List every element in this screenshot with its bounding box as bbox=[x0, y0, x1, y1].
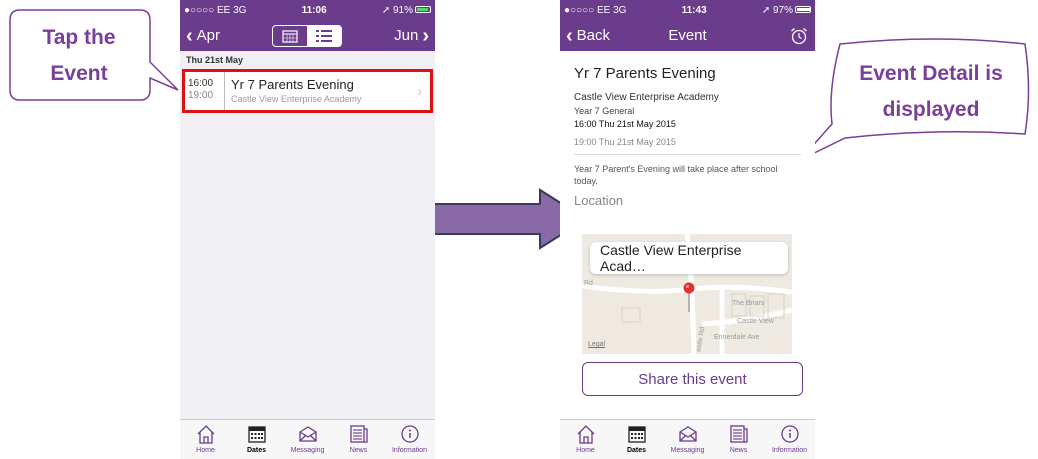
callout-tap-line-2: Event bbox=[50, 62, 108, 85]
status-bar: ●○○○○ EE 3G 11:43 ➚ 97% bbox=[560, 0, 815, 20]
tab-dates[interactable]: Dates bbox=[233, 423, 281, 454]
next-month-label: Jun bbox=[394, 27, 419, 44]
list-icon bbox=[316, 29, 333, 42]
event-end-time: 19:00 bbox=[188, 90, 214, 101]
newspaper-icon bbox=[729, 425, 748, 443]
location-map[interactable]: Castle View Enterprise Acad… The Briars … bbox=[582, 234, 792, 354]
event-start-time: 16:00 bbox=[188, 78, 214, 89]
tab-information[interactable]: Information bbox=[766, 423, 814, 454]
calendar-navbar: ‹ Apr Jun › bbox=[180, 20, 435, 51]
home-icon bbox=[197, 425, 214, 444]
tab-bar: Home Dates Messaging News Information bbox=[180, 419, 435, 459]
tab-information-label: Information bbox=[391, 447, 428, 454]
next-month-button[interactable]: Jun › bbox=[394, 26, 429, 46]
tab-home-label: Home bbox=[196, 447, 215, 454]
tab-messaging[interactable]: Messaging bbox=[284, 423, 332, 454]
tab-dates[interactable]: Dates bbox=[613, 423, 661, 454]
callout-tap-text: Tap the Event bbox=[14, 20, 144, 92]
calendar-grid-icon bbox=[282, 29, 298, 43]
map-label-rd: Rd bbox=[584, 280, 593, 287]
event-school: Castle View Enterprise Academy bbox=[574, 92, 719, 103]
tab-home[interactable]: Home bbox=[562, 423, 610, 454]
event-times: 16:00 19:00 bbox=[185, 72, 225, 110]
day-header: Thu 21st May bbox=[180, 51, 435, 69]
tab-news[interactable]: News bbox=[335, 423, 383, 454]
battery-indicator: ➚ 97% bbox=[762, 5, 811, 16]
battery-percent: 91% bbox=[392, 4, 413, 16]
tab-information[interactable]: Information bbox=[386, 423, 434, 454]
callout-detail-line-1: Event Detail is bbox=[859, 62, 1003, 85]
newspaper-icon bbox=[349, 425, 368, 443]
calendar-icon bbox=[247, 426, 266, 443]
info-icon bbox=[400, 425, 419, 443]
prev-month-button[interactable]: ‹ Apr bbox=[186, 26, 220, 46]
location-heading: Location bbox=[574, 193, 624, 208]
calendar-view-button[interactable] bbox=[273, 26, 307, 46]
event-start: 16:00 Thu 21st May 2015 bbox=[574, 119, 676, 129]
clock-label: 11:06 bbox=[301, 4, 327, 16]
envelope-icon bbox=[678, 426, 697, 442]
event-navbar: ‹ Back Event bbox=[560, 20, 815, 51]
chevron-left-icon: ‹ bbox=[186, 24, 193, 47]
back-button[interactable]: ‹ Back bbox=[566, 26, 610, 46]
tab-home-label: Home bbox=[576, 447, 595, 454]
map-legal-link[interactable]: Legal bbox=[588, 341, 605, 348]
tab-messaging-label: Messaging bbox=[670, 447, 705, 454]
map-label-castle-view: Castle View bbox=[737, 318, 774, 325]
tab-news-label: News bbox=[729, 447, 748, 454]
clock-label: 11:43 bbox=[681, 4, 707, 16]
status-bar: ●○○○○ EE 3G 11:06 ➚ 91% bbox=[180, 0, 435, 20]
callout-detail-text: Event Detail is displayed bbox=[836, 56, 1026, 128]
tab-news-label: News bbox=[349, 447, 368, 454]
reminder-button[interactable] bbox=[789, 26, 809, 46]
battery-percent: 97% bbox=[772, 4, 793, 16]
disclosure-chevron-icon: › bbox=[417, 83, 422, 99]
tab-bar: Home Dates Messaging News Information bbox=[560, 419, 815, 459]
view-toggle bbox=[272, 24, 343, 47]
event-title: Yr 7 Parents Evening bbox=[574, 65, 716, 82]
tab-news[interactable]: News bbox=[715, 423, 763, 454]
event-end: 19:00 Thu 21st May 2015 bbox=[574, 137, 801, 155]
tab-messaging[interactable]: Messaging bbox=[664, 423, 712, 454]
tab-information-label: Information bbox=[771, 447, 808, 454]
battery-icon bbox=[795, 6, 811, 14]
event-group: Year 7 General bbox=[574, 106, 635, 116]
chevron-left-icon: ‹ bbox=[566, 24, 573, 47]
event-info: Yr 7 Parents Evening Castle View Enterpr… bbox=[225, 72, 430, 110]
list-view-button[interactable] bbox=[307, 25, 342, 46]
map-label-ennerdale: Ennerdale Ave bbox=[714, 334, 760, 341]
callout-detail-line-2: displayed bbox=[882, 98, 980, 121]
event-detail: Yr 7 Parents Evening Castle View Enterpr… bbox=[560, 65, 815, 208]
tab-dates-label: Dates bbox=[626, 447, 647, 454]
share-event-button[interactable]: Share this event bbox=[582, 362, 803, 396]
map-place-bubble[interactable]: Castle View Enterprise Acad… bbox=[590, 242, 788, 274]
event-description: Year 7 Parent's Evening will take place … bbox=[574, 164, 778, 186]
battery-icon bbox=[415, 6, 431, 14]
carrier-label: ●○○○○ EE 3G bbox=[564, 4, 627, 16]
battery-indicator: ➚ 91% bbox=[382, 5, 431, 16]
map-pin-icon bbox=[683, 282, 695, 312]
info-icon bbox=[780, 425, 799, 443]
prev-month-label: Apr bbox=[196, 27, 221, 44]
envelope-icon bbox=[298, 426, 317, 442]
tab-home[interactable]: Home bbox=[182, 423, 230, 454]
event-school: Castle View Enterprise Academy bbox=[231, 94, 362, 104]
back-label: Back bbox=[576, 27, 611, 44]
phone-event-detail: ●○○○○ EE 3G 11:43 ➚ 97% ‹ Back Event Yr … bbox=[560, 0, 815, 459]
home-icon bbox=[577, 425, 594, 444]
event-list-item[interactable]: 16:00 19:00 Yr 7 Parents Evening Castle … bbox=[182, 69, 433, 113]
tab-dates-label: Dates bbox=[246, 447, 267, 454]
phone-calendar-list: ●○○○○ EE 3G 11:06 ➚ 91% ‹ Apr Jun › Thu … bbox=[180, 0, 435, 459]
chevron-right-icon: › bbox=[422, 24, 429, 47]
event-title: Yr 7 Parents Evening bbox=[231, 77, 354, 92]
tab-messaging-label: Messaging bbox=[290, 447, 325, 454]
map-label-briars: The Briars bbox=[732, 300, 765, 307]
carrier-label: ●○○○○ EE 3G bbox=[184, 4, 247, 16]
alarm-clock-icon bbox=[791, 27, 807, 44]
callout-tap-line-1: Tap the bbox=[42, 26, 116, 49]
calendar-icon bbox=[627, 426, 646, 443]
